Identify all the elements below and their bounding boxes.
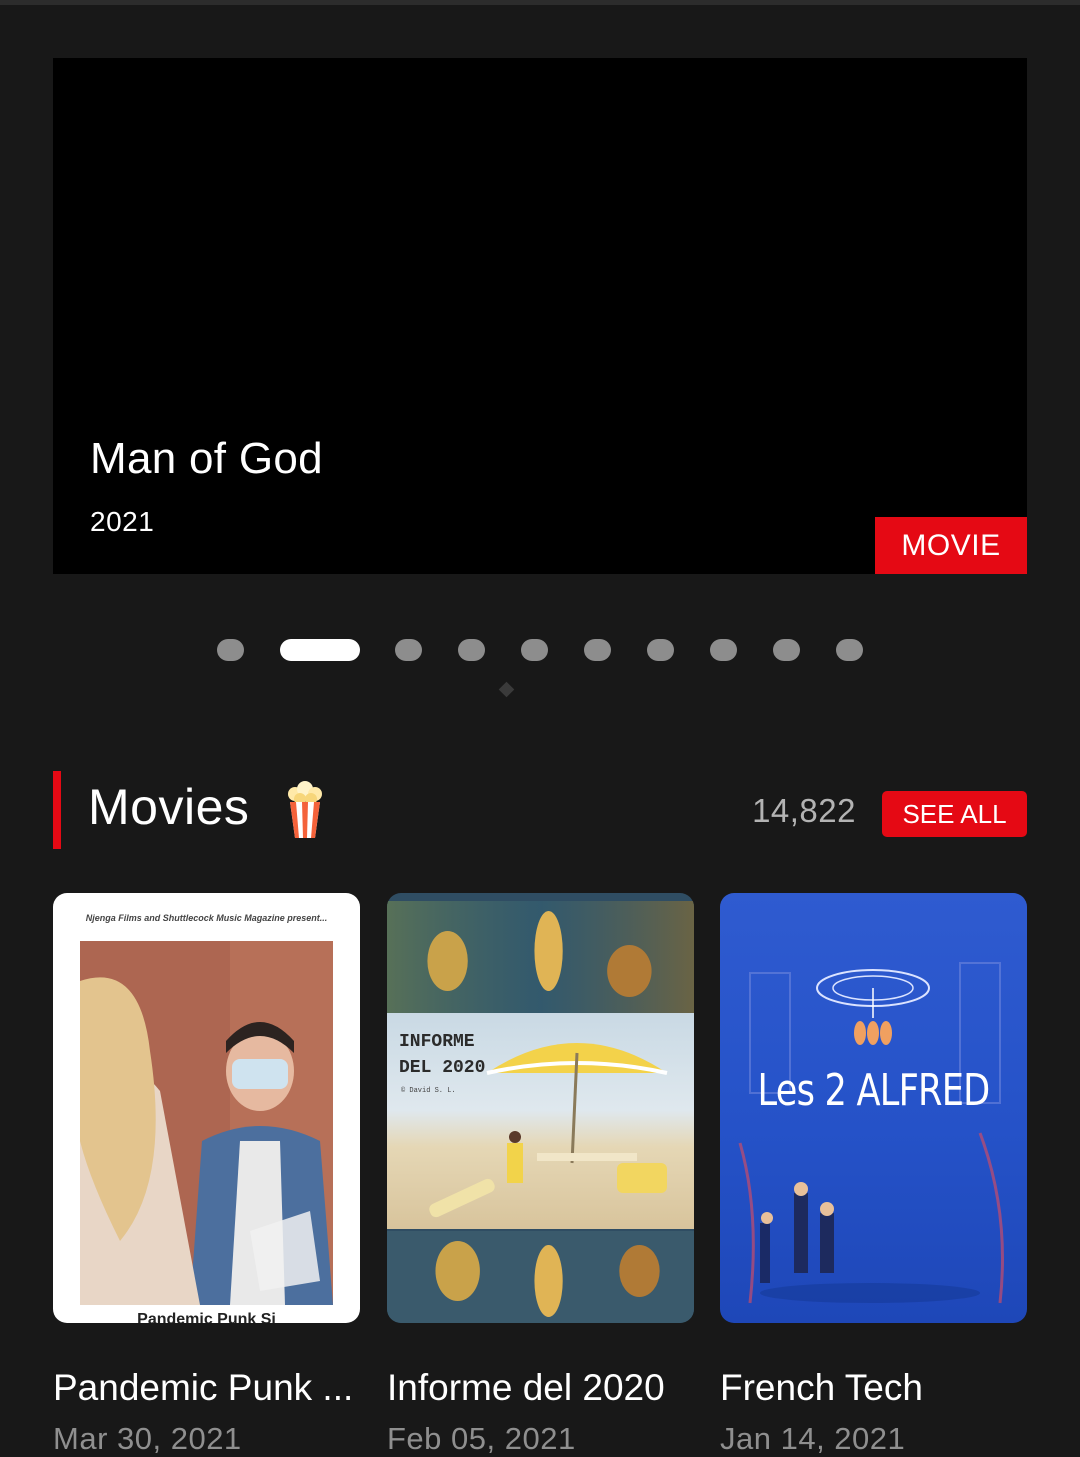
movie-date: Mar 30, 2021 bbox=[53, 1421, 242, 1456]
hero-banner[interactable]: Man of God 2021 MOVIE bbox=[53, 58, 1027, 574]
section-title: Movies bbox=[88, 779, 250, 835]
carousel-dot[interactable] bbox=[710, 639, 737, 661]
movie-title: Informe del 2020 bbox=[387, 1367, 665, 1408]
carousel-dot[interactable] bbox=[836, 639, 863, 661]
carousel-dot[interactable] bbox=[521, 639, 548, 661]
poster-credit-text: Njenga Films and Shuttlecock Music Magaz… bbox=[85, 913, 328, 923]
poster-credit-text: © David S. L. bbox=[401, 1087, 456, 1095]
hero-title: Man of God bbox=[90, 434, 323, 483]
poster-title-text: Les 2 ALFRED bbox=[757, 1065, 991, 1116]
carousel-pagination bbox=[0, 639, 1080, 661]
see-all-button[interactable]: SEE ALL bbox=[882, 791, 1027, 837]
carousel-dot[interactable] bbox=[395, 639, 422, 661]
hero-year: 2021 bbox=[90, 506, 155, 537]
movie-title: Pandemic Punk ... bbox=[53, 1367, 354, 1408]
movie-card[interactable]: Les 2 ALFRED French Tech Jan 14, 2021 bbox=[720, 893, 1027, 1456]
poster-title-text: INFORME DEL 2020 bbox=[399, 1032, 486, 1078]
carousel-dot[interactable] bbox=[647, 639, 674, 661]
scroll-indicator bbox=[498, 681, 515, 698]
movie-card[interactable]: Njenga Films and Shuttlecock Music Magaz… bbox=[53, 893, 360, 1456]
movie-date: Feb 05, 2021 bbox=[387, 1421, 576, 1456]
carousel-dot[interactable] bbox=[458, 639, 485, 661]
top-divider bbox=[0, 0, 1080, 5]
carousel-dot[interactable] bbox=[217, 639, 244, 661]
movie-card[interactable]: INFORME DEL 2020 © David S. L. Informe d… bbox=[387, 893, 694, 1456]
section-accent-bar bbox=[53, 771, 61, 849]
movie-title: French Tech bbox=[720, 1367, 923, 1408]
movie-date: Jan 14, 2021 bbox=[720, 1421, 906, 1456]
movie-poster[interactable]: Njenga Films and Shuttlecock Music Magaz… bbox=[53, 893, 360, 1323]
carousel-dot[interactable] bbox=[773, 639, 800, 661]
carousel-dot[interactable] bbox=[584, 639, 611, 661]
poster-photo bbox=[80, 941, 333, 1305]
movie-poster[interactable]: INFORME DEL 2020 © David S. L. bbox=[387, 893, 694, 1323]
popcorn-icon bbox=[288, 781, 322, 838]
carousel-dot-active[interactable] bbox=[280, 639, 360, 661]
hero-type-badge: MOVIE bbox=[875, 517, 1027, 574]
section-count: 14,822 bbox=[752, 792, 856, 829]
movie-poster[interactable]: Les 2 ALFRED bbox=[720, 893, 1027, 1323]
poster-bottom-text: Pandemic Punk Si bbox=[137, 1311, 276, 1323]
